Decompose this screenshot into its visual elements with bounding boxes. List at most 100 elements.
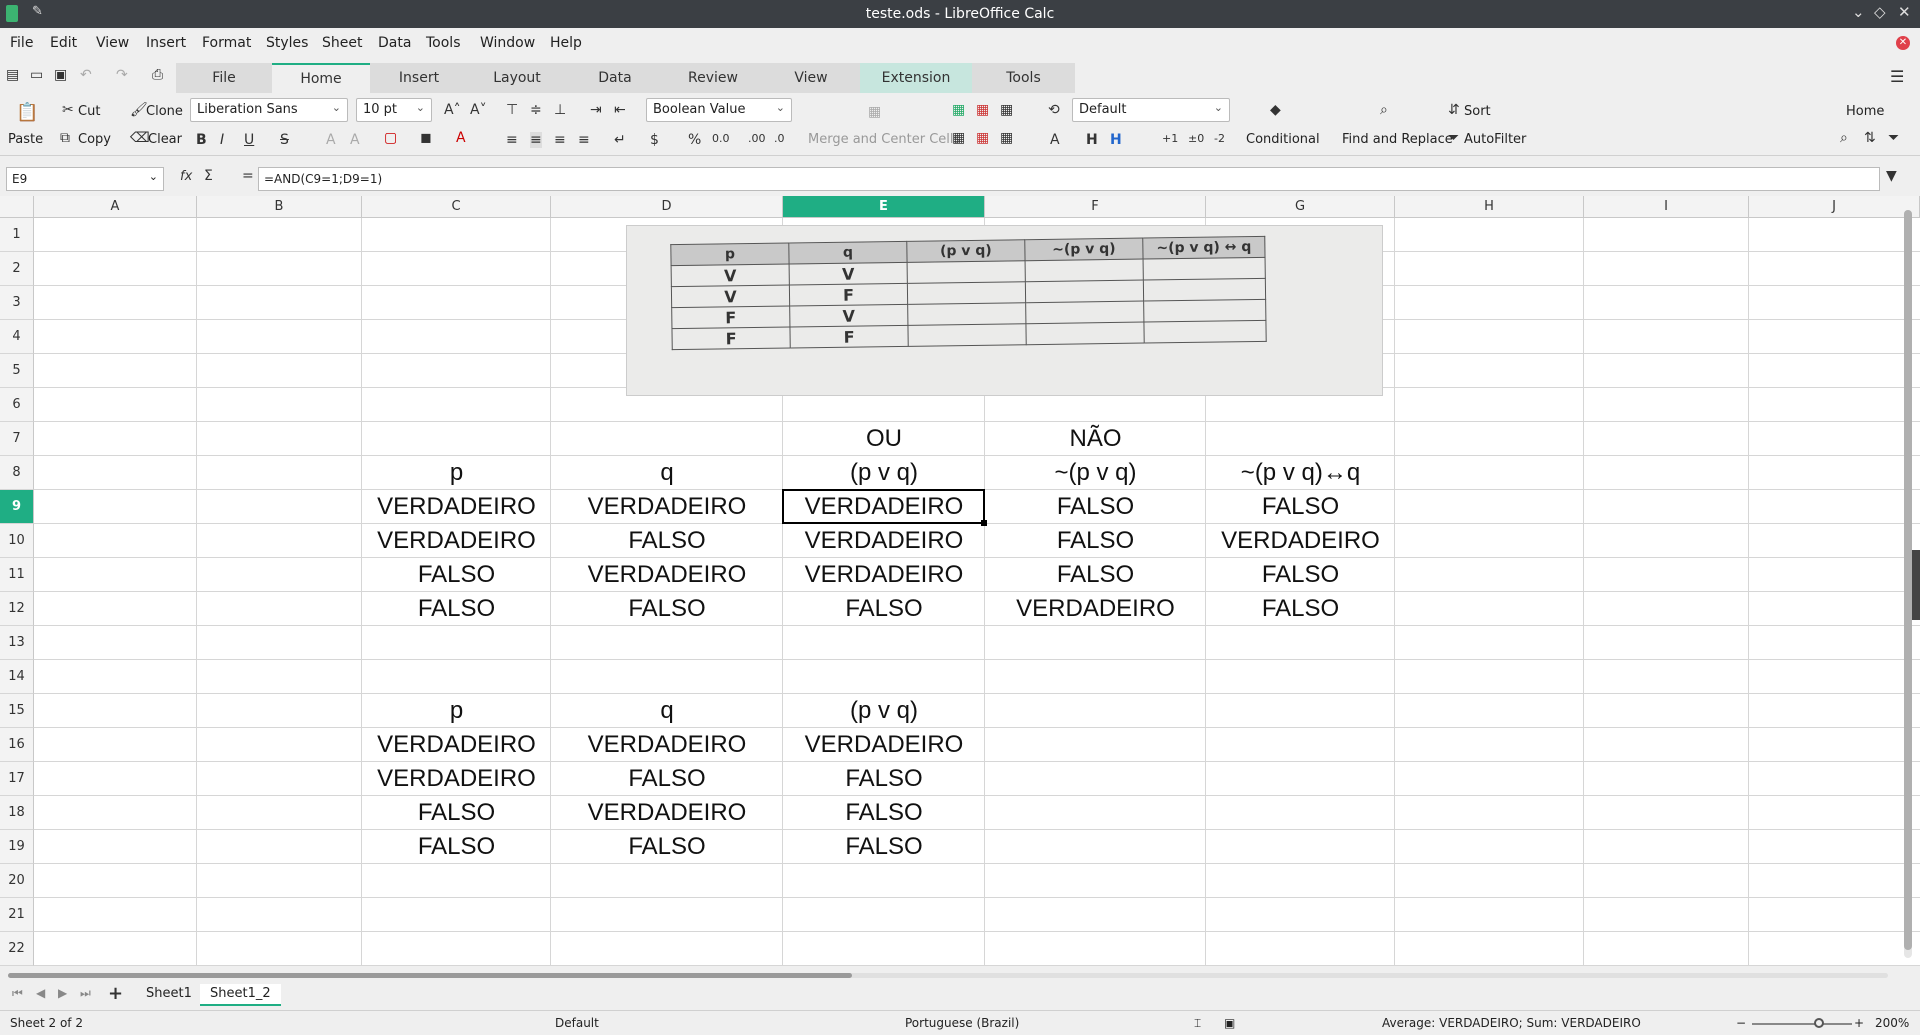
align-bottom-icon[interactable]: ⊥ [554, 102, 566, 118]
add-decimal-icon[interactable]: .00 [748, 132, 766, 145]
conditional-button[interactable]: Conditional [1246, 132, 1320, 147]
tab-insert[interactable]: Insert [370, 63, 468, 93]
clone-button[interactable]: Clone [146, 104, 183, 119]
cell-e8[interactable]: (p v q) [783, 456, 985, 490]
cell-d15[interactable]: q [551, 694, 783, 728]
sort-icon[interactable]: ⇵ [1448, 102, 1460, 118]
next-sheet-icon[interactable]: ▶ [58, 986, 67, 1000]
shrink-font-icon[interactable]: A˅ [470, 102, 487, 118]
delete-decimal-icon[interactable]: .0 [774, 132, 785, 145]
column-header-f[interactable]: F [985, 196, 1206, 218]
minimize-icon[interactable]: ⌄ [1852, 3, 1865, 21]
align-center-icon[interactable]: ≡ [530, 132, 542, 148]
cell-c15[interactable]: p [362, 694, 551, 728]
column-header-d[interactable]: D [551, 196, 783, 218]
new-document-icon[interactable]: ▤ [6, 67, 19, 83]
row-header-8[interactable]: 8 [0, 456, 34, 490]
percent-icon[interactable]: % [688, 132, 701, 148]
tab-view[interactable]: View [762, 63, 860, 93]
home-menu-button[interactable]: Home [1846, 104, 1884, 119]
italic-icon[interactable]: I [220, 132, 224, 148]
copy-button[interactable]: Copy [78, 132, 111, 147]
tab-review[interactable]: Review [664, 63, 762, 93]
close-window-icon[interactable]: ✕ [1898, 3, 1911, 21]
row-header-10[interactable]: 10 [0, 524, 34, 558]
decrease-indent-icon[interactable]: ⇤ [614, 102, 626, 118]
spreadsheet-grid[interactable]: ABCDEFGHIJ 1 2 3 4 5 6 7 8 9 10 11 12 13 14 15 16 17 18 19… [0, 196, 1920, 966]
cell-e17[interactable]: FALSO [783, 762, 985, 796]
fill-handle[interactable] [981, 520, 987, 526]
row-header-3[interactable]: 3 [0, 286, 34, 320]
cell-d16[interactable]: VERDADEIRO [551, 728, 783, 762]
conditional-icon[interactable]: ◆ [1270, 102, 1281, 118]
cell-f7[interactable]: NÃO [985, 422, 1206, 456]
wrap-text-icon[interactable]: ↵ [614, 132, 626, 148]
insert-columns-icon[interactable]: ▦ [976, 102, 989, 118]
paste-icon[interactable]: 📋 [16, 102, 38, 123]
tab-extension[interactable]: Extension [860, 63, 972, 93]
selected-cell-cursor[interactable] [782, 489, 987, 526]
row-header-9[interactable]: 9 [0, 490, 34, 524]
cell-e18[interactable]: FALSO [783, 796, 985, 830]
cell-e11[interactable]: VERDADEIRO [783, 558, 985, 592]
last-sheet-icon[interactable]: ⏭ [80, 986, 91, 1001]
cut-button[interactable]: Cut [78, 104, 100, 119]
column-header-j[interactable]: J [1749, 196, 1920, 218]
row-header-2[interactable]: 2 [0, 252, 34, 286]
merge-icon[interactable]: ▦ [868, 104, 881, 120]
language[interactable]: Portuguese (Brazil) [905, 1016, 1019, 1030]
menu-file[interactable]: File [10, 35, 33, 51]
cell-style-combo[interactable]: Default ⌄ [1072, 98, 1230, 122]
cell-e15[interactable]: (p v q) [783, 694, 985, 728]
cell-e10[interactable]: VERDADEIRO [783, 524, 985, 558]
minus-two-icon[interactable]: -2 [1214, 132, 1225, 145]
close-document-icon[interactable]: ✕ [1896, 36, 1910, 50]
column-header-h[interactable]: H [1395, 196, 1584, 218]
tab-data[interactable]: Data [566, 63, 664, 93]
open-icon[interactable]: ▭ [30, 67, 43, 83]
expand-formula-icon[interactable]: ▼ [1886, 168, 1897, 184]
cell-d12[interactable]: FALSO [551, 592, 783, 626]
zoom-out-icon[interactable]: − [1736, 1016, 1746, 1030]
vertical-scrollbar[interactable] [1904, 210, 1912, 958]
cell-f9[interactable]: FALSO [985, 490, 1206, 524]
save-icon[interactable]: ▣ [54, 67, 67, 83]
cell-g11[interactable]: FALSO [1206, 558, 1395, 592]
cell-c18[interactable]: FALSO [362, 796, 551, 830]
cell-g10[interactable]: VERDADEIRO [1206, 524, 1395, 558]
vertical-scroll-thumb[interactable] [1904, 210, 1912, 950]
cell-c10[interactable]: VERDADEIRO [362, 524, 551, 558]
row-header-19[interactable]: 19 [0, 830, 34, 864]
cell-d9[interactable]: VERDADEIRO [551, 490, 783, 524]
embedded-image-truth-table[interactable]: p q (p v q) ~(p v q) ~(p v q) ↔ q VV VF … [626, 225, 1383, 396]
delete-columns-icon[interactable]: ▦ [976, 130, 989, 146]
menu-insert[interactable]: Insert [146, 35, 186, 51]
font-name-combo[interactable]: Liberation Sans ⌄ [190, 98, 348, 122]
row-header-18[interactable]: 18 [0, 796, 34, 830]
align-top-icon[interactable]: ⊤ [506, 102, 518, 118]
font-color-icon[interactable]: A [456, 130, 466, 146]
search-icon[interactable]: ⌕ [1380, 102, 1388, 118]
selection-mode-icon[interactable]: ⌶ [1194, 1016, 1201, 1031]
paste-button[interactable]: Paste [8, 132, 43, 147]
copy-icon[interactable]: ⧉ [60, 130, 70, 146]
style-icon[interactable]: ⟲ [1048, 102, 1060, 118]
hamburger-menu-icon[interactable]: ☰ [1890, 67, 1904, 86]
sort-ascending-icon[interactable]: ⇅ [1864, 130, 1876, 146]
underline-icon[interactable]: U [244, 132, 254, 148]
cell-g8[interactable]: ~(p v q)↔q [1206, 456, 1395, 490]
sidebar-toggle[interactable] [1912, 550, 1920, 620]
menu-view[interactable]: View [96, 35, 129, 51]
cell-e12[interactable]: FALSO [783, 592, 985, 626]
heading1-icon[interactable]: H [1086, 132, 1098, 148]
increase-indent-icon[interactable]: ⇥ [590, 102, 602, 118]
cut-icon[interactable]: ✂ [62, 102, 74, 118]
autofilter-icon[interactable]: ⏷ [1888, 130, 1899, 146]
cell-d10[interactable]: FALSO [551, 524, 783, 558]
row-header-5[interactable]: 5 [0, 354, 34, 388]
page-style[interactable]: Default [555, 1016, 599, 1030]
cell-d18[interactable]: VERDADEIRO [551, 796, 783, 830]
menu-styles[interactable]: Styles [266, 35, 308, 51]
sum-icon[interactable]: Σ [204, 168, 213, 184]
cell-g9[interactable]: FALSO [1206, 490, 1395, 524]
